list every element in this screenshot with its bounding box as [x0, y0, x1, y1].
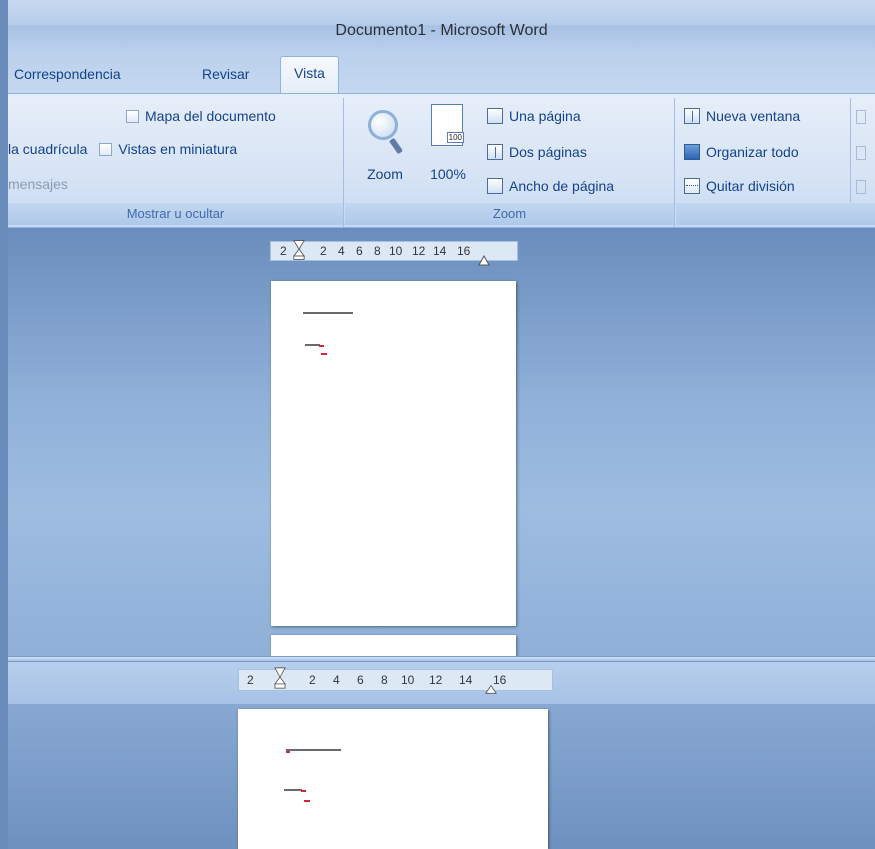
group-ventana: Nueva ventana Organizar todo Quitar divi…	[676, 98, 875, 227]
page-text-line	[286, 749, 341, 751]
mapa-documento-option[interactable]: Mapa del documento	[126, 108, 276, 124]
page-text-mark	[286, 751, 290, 753]
page-text-line	[284, 789, 302, 791]
document-page[interactable]	[271, 281, 516, 626]
zoom-100-label: 100%	[430, 166, 466, 182]
page-text-mark	[301, 790, 306, 792]
cut-off-icon-2	[856, 146, 866, 160]
tab-vista[interactable]: Vista	[280, 56, 339, 95]
una-pagina-button[interactable]: Una página	[487, 108, 581, 124]
una-pagina-label: Una página	[509, 108, 581, 124]
ruler-tick: 4	[333, 673, 340, 687]
ruler-tick: 2	[309, 673, 316, 687]
title-bar: Documento1 - Microsoft Word	[8, 0, 875, 56]
ruler-tick: 16	[457, 244, 471, 258]
cut-off-icon-3	[856, 180, 866, 194]
miniaturas-label: Vistas en miniatura	[118, 141, 238, 157]
zoom-label: Zoom	[367, 166, 403, 182]
ruler-tick: 8	[374, 244, 381, 258]
indent-marker-icon[interactable]	[293, 239, 305, 261]
two-pages-icon	[487, 144, 503, 160]
ruler-tick: 2	[320, 244, 327, 258]
ruler-tick: 10	[401, 673, 415, 687]
mapa-documento-checkbox[interactable]	[126, 109, 139, 123]
ruler-tick: 6	[357, 673, 364, 687]
mensajes-option: mensajes	[8, 176, 68, 192]
ruler-tick: 4	[338, 244, 345, 258]
cut-off-icon-1	[856, 110, 866, 124]
zoom-button[interactable]: Zoom	[345, 102, 425, 192]
quitar-division-button[interactable]: Quitar división	[684, 178, 795, 194]
tab-revisar[interactable]: Revisar	[202, 66, 249, 82]
window-title: Documento1 - Microsoft Word	[335, 22, 548, 39]
split-icon	[684, 178, 700, 194]
ruler-tick: 14	[459, 673, 473, 687]
document-area[interactable]: 2 2 4 6 8 10 12 14 16 2 2 4 6 8 10 12 14…	[8, 229, 875, 849]
zoom-100-button[interactable]: 100 100%	[423, 102, 473, 192]
ruler-tick: 8	[381, 673, 388, 687]
group-label-ventana	[676, 203, 875, 225]
cuadricula-label: la cuadrícula	[8, 141, 88, 157]
right-indent-marker-icon[interactable]	[478, 249, 490, 271]
page-width-icon	[487, 178, 503, 194]
ancho-pagina-label: Ancho de página	[509, 178, 615, 194]
group-zoom: Zoom 100 100% Una página Dos páginas Anc…	[345, 98, 675, 227]
nueva-ventana-button[interactable]: Nueva ventana	[684, 108, 800, 124]
nueva-ventana-label: Nueva ventana	[706, 108, 801, 124]
group-label-mostrar: Mostrar u ocultar	[8, 203, 343, 225]
ribbon: Mapa del documento la cuadrícula Vistas …	[8, 93, 875, 228]
miniaturas-checkbox[interactable]	[99, 142, 113, 156]
page-text-mark	[319, 345, 324, 347]
ruler-tick: 6	[356, 244, 363, 258]
ruler-tick: 2	[280, 244, 287, 258]
cuadricula-option[interactable]: la cuadrícula Vistas en miniatura	[8, 141, 237, 157]
magnifier-icon	[368, 110, 398, 140]
group-mostrar-ocultar: Mapa del documento la cuadrícula Vistas …	[8, 98, 344, 227]
group-label-zoom: Zoom	[345, 203, 674, 225]
ruler-tick: 14	[433, 244, 447, 258]
organizar-todo-label: Organizar todo	[706, 144, 799, 160]
magnifier-handle	[388, 137, 404, 155]
one-page-icon	[487, 108, 503, 124]
page-text-mark	[321, 353, 327, 355]
mensajes-label: mensajes	[8, 176, 68, 192]
organizar-todo-button[interactable]: Organizar todo	[684, 144, 799, 160]
ruler-tick: 2	[247, 673, 254, 687]
arrange-all-icon	[684, 144, 700, 160]
indent-marker-bottom-icon[interactable]	[274, 667, 286, 689]
dos-paginas-button[interactable]: Dos páginas	[487, 144, 587, 160]
ribbon-tabs: Correspondencia Revisar Vista	[8, 56, 875, 95]
document-page-bottom[interactable]	[238, 709, 548, 849]
ruler-tick: 12	[429, 673, 443, 687]
page-text-line	[305, 344, 320, 346]
ruler-tick: 10	[389, 244, 403, 258]
tab-correspondencia[interactable]: Correspondencia	[14, 66, 121, 82]
page-100-icon-text: 100	[446, 132, 464, 143]
quitar-division-label: Quitar división	[706, 178, 795, 194]
page-100-icon: 100	[431, 104, 464, 146]
ruler-tick: 12	[412, 244, 426, 258]
dos-paginas-label: Dos páginas	[509, 144, 587, 160]
mapa-documento-label: Mapa del documento	[145, 108, 276, 124]
right-indent-marker-bottom-icon[interactable]	[485, 678, 497, 700]
page-text-line	[303, 312, 353, 314]
group-separator	[850, 98, 851, 202]
ancho-pagina-button[interactable]: Ancho de página	[487, 178, 614, 194]
page-text-mark	[304, 800, 310, 802]
new-window-icon	[684, 108, 700, 124]
